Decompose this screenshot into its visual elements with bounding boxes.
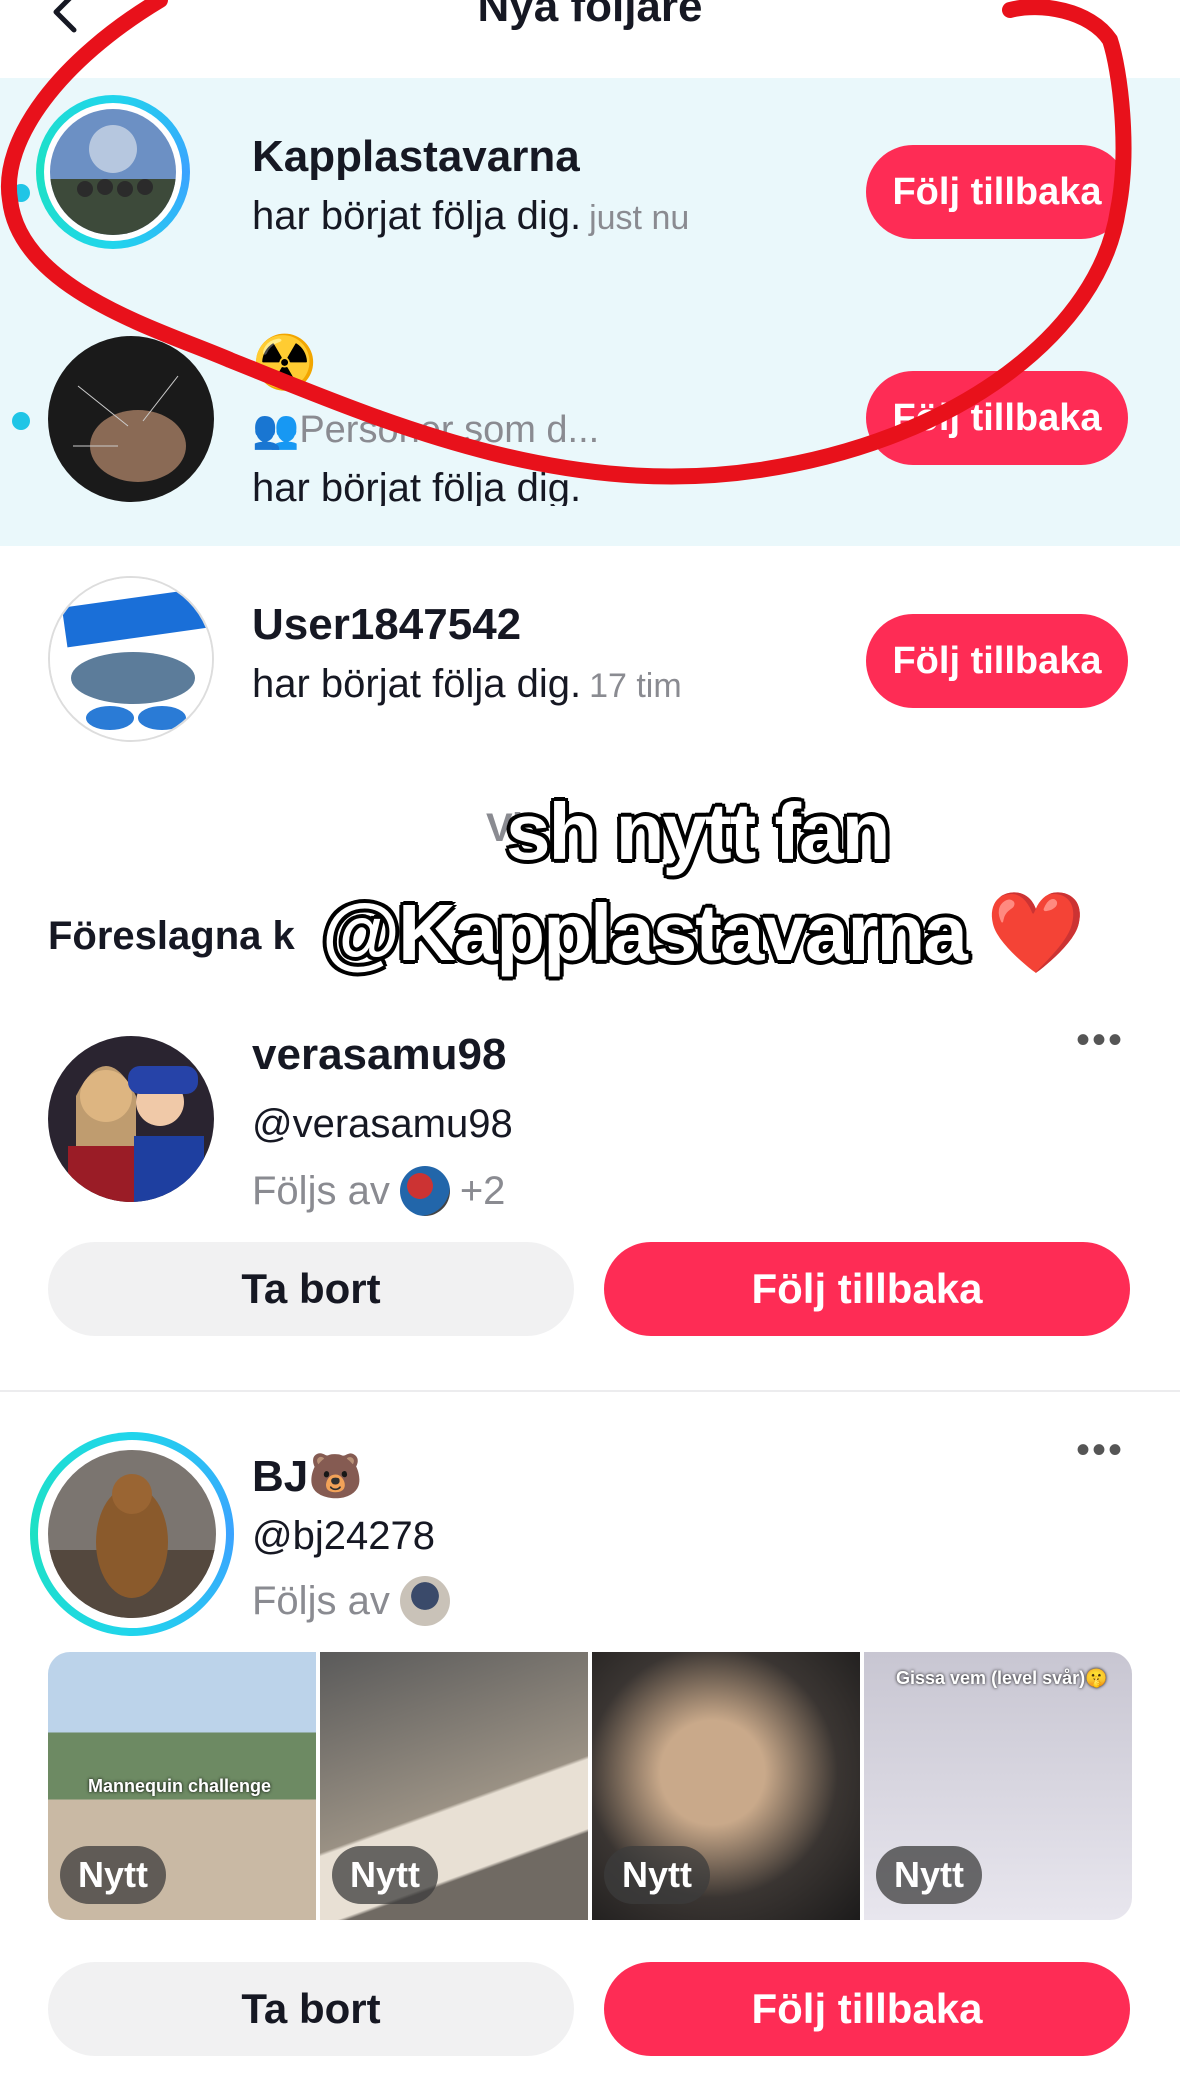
video-thumbnail[interactable]: Nytt <box>320 1652 588 1920</box>
avatar[interactable] <box>50 109 176 235</box>
people-icon: 👥 <box>252 409 300 451</box>
mutual-avatar <box>399 1576 450 1626</box>
follower-username[interactable]: Kapplastavarna <box>252 132 580 182</box>
follower-name-emoji[interactable]: ☢️ <box>252 332 317 393</box>
followed-by-label: Följs av <box>252 1168 390 1213</box>
page-title: Nya följare <box>477 0 703 31</box>
followed-by-label: Följs av <box>252 1578 390 1623</box>
avatar[interactable] <box>48 336 214 502</box>
video-thumbnail[interactable]: Nytt <box>592 1652 860 1920</box>
avatar[interactable] <box>48 1450 216 1618</box>
follow-back-button[interactable]: Följ tillbaka <box>866 371 1128 465</box>
more-options-icon[interactable]: ••• <box>1076 1428 1124 1473</box>
followed-by: Följs av +2 <box>252 1166 505 1216</box>
unread-dot <box>12 412 30 430</box>
thumbnail-caption: Gissa vem (level svår)🤫 <box>896 1668 1108 1688</box>
new-badge: Nytt <box>876 1846 982 1904</box>
video-thumbnail[interactable]: Mannequin challenge Nytt <box>48 1652 316 1920</box>
heart-emoji: ❤️ <box>986 888 1086 977</box>
new-badge: Nytt <box>60 1846 166 1904</box>
follower-row[interactable]: Kapplastavarna har börjat följa dig. just… <box>0 78 1180 308</box>
suggested-handle: @bj24278 <box>252 1514 435 1558</box>
mutual-text: Personer som d... <box>299 409 600 451</box>
suggested-name[interactable]: verasamu98 <box>252 1030 506 1080</box>
follower-meta: 👥Personer som d... <box>252 408 599 452</box>
follower-activity-partial: har börjat följa dig. <box>252 466 582 506</box>
more-options-icon[interactable]: ••• <box>1076 1018 1124 1063</box>
activity-text: har börjat följa dig. <box>252 662 582 706</box>
activity-time: 17 tim <box>589 667 682 705</box>
remove-button[interactable]: Ta bort <box>48 1962 574 2056</box>
divider <box>0 1390 1180 1392</box>
suggested-handle: @verasamu98 <box>252 1102 513 1146</box>
follower-activity: har börjat följa dig. just nu <box>252 194 689 239</box>
caption-line-2: @Kapplastavarna ❤️ <box>322 886 1086 980</box>
caption-mention: @Kapplastavarna <box>322 888 968 977</box>
video-thumbnails: Mannequin challenge Nytt Nytt Nytt Gissa… <box>48 1652 1132 1920</box>
remove-button[interactable]: Ta bort <box>48 1242 574 1336</box>
suggested-name[interactable]: BJ🐻 <box>252 1450 363 1502</box>
header: Nya följare <box>0 0 1180 78</box>
new-badge: Nytt <box>604 1846 710 1904</box>
avatar[interactable] <box>48 1036 214 1202</box>
followed-by: Följs av <box>252 1576 450 1626</box>
unread-dot <box>12 184 30 202</box>
video-thumbnail[interactable]: Gissa vem (level svår)🤫 Nytt <box>864 1652 1132 1920</box>
activity-text: har börjat följa dig. <box>252 194 582 238</box>
caption-line-1: sh nytt fan <box>506 787 890 876</box>
follow-back-button[interactable]: Följ tillbaka <box>604 1242 1130 1336</box>
new-badge: Nytt <box>332 1846 438 1904</box>
follow-back-button[interactable]: Följ tillbaka <box>866 145 1128 239</box>
mutual-avatar <box>399 1166 450 1216</box>
thumbnail-caption: Mannequin challenge <box>88 1776 272 1796</box>
mutual-count: +2 <box>459 1168 506 1213</box>
follower-row[interactable]: User1847542 har börjat följa dig. 17 tim … <box>0 560 1180 760</box>
follower-username[interactable]: User1847542 <box>252 600 521 650</box>
suggested-account: verasamu98 ••• @verasamu98 Följs av +2 T… <box>0 1018 1180 1390</box>
activity-time: just nu <box>589 199 690 237</box>
suggested-title: Föreslagna k <box>48 914 295 958</box>
avatar[interactable] <box>48 576 214 742</box>
follow-back-button[interactable]: Följ tillbaka <box>604 1962 1130 2056</box>
follower-activity: har börjat följa dig. 17 tim <box>252 662 682 707</box>
follow-back-button[interactable]: Följ tillbaka <box>866 614 1128 708</box>
follower-row[interactable]: ☢️ 👥Personer som d... har börjat följa d… <box>0 316 1180 546</box>
